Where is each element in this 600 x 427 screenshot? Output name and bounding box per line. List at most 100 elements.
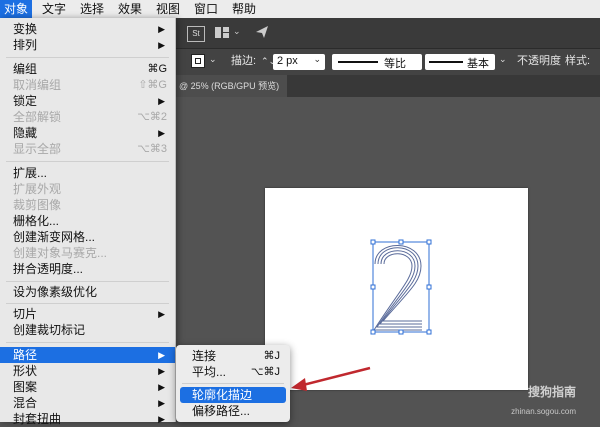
menu-text[interactable]: 文字 bbox=[38, 0, 70, 18]
menu-item-shortcut: ⌘G bbox=[147, 63, 167, 75]
menu-item-expand-appearance: 扩展外观 bbox=[0, 181, 175, 197]
menu-item-label: 形状 bbox=[13, 364, 38, 378]
stroke-swatch-icon[interactable] bbox=[191, 54, 205, 68]
watermark-url: zhinan.sogou.com bbox=[511, 407, 576, 416]
path-submenu: 连接 ⌘J 平均... ⌥⌘J 轮廓化描边 偏移路径... bbox=[176, 345, 290, 422]
send-icon[interactable] bbox=[255, 25, 269, 42]
menu-window[interactable]: 窗口 bbox=[190, 0, 222, 18]
menu-item-crop-image: 裁剪图像 bbox=[0, 197, 175, 213]
chevron-right-icon: ▶ bbox=[158, 414, 165, 424]
chevron-right-icon: ▶ bbox=[158, 24, 165, 34]
chevron-right-icon: ▶ bbox=[158, 309, 165, 319]
menu-item-gradient-mesh[interactable]: 创建渐变网格... bbox=[0, 229, 175, 245]
menu-item-label: 扩展外观 bbox=[13, 182, 62, 196]
brush-definition[interactable]: 基本 bbox=[425, 54, 495, 70]
chevron-down-icon[interactable]: ⌄ bbox=[499, 54, 507, 65]
menu-item-label: 全部解锁 bbox=[13, 110, 62, 124]
menu-item-label: 裁剪图像 bbox=[13, 198, 62, 212]
submenu-item-average[interactable]: 平均... ⌥⌘J bbox=[180, 364, 286, 380]
menu-item-blend[interactable]: 混合 ▶ bbox=[0, 395, 175, 411]
annotation-arrow-icon bbox=[291, 366, 371, 391]
menu-item-shape[interactable]: 形状 ▶ bbox=[0, 363, 175, 379]
style-label[interactable]: 样式: bbox=[565, 53, 590, 69]
menu-item-rasterize[interactable]: 栅格化... bbox=[0, 213, 175, 229]
menu-item-label: 创建渐变网格... bbox=[13, 230, 96, 244]
chevron-down-icon[interactable]: ⌄ bbox=[233, 26, 241, 37]
menu-item-label: 创建裁切标记 bbox=[13, 323, 86, 337]
menu-item-pattern[interactable]: 图案 ▶ bbox=[0, 379, 175, 395]
menu-item-slice[interactable]: 切片 ▶ bbox=[0, 306, 175, 322]
menu-separator bbox=[6, 281, 169, 282]
chevron-right-icon: ▶ bbox=[158, 96, 165, 106]
menu-item-ungroup: 取消编组 ⇧⌘G bbox=[0, 77, 175, 93]
menu-item-shortcut: ⌥⌘2 bbox=[137, 111, 167, 123]
submenu-item-shortcut: ⌘J bbox=[263, 350, 281, 362]
menu-item-label: 显示全部 bbox=[13, 142, 62, 156]
menu-item-label: 扩展... bbox=[13, 166, 48, 180]
submenu-item-shortcut: ⌥⌘J bbox=[250, 366, 280, 378]
menu-separator bbox=[6, 303, 169, 304]
menu-item-label: 锁定 bbox=[13, 94, 38, 108]
menu-item-envelope-distort[interactable]: 封套扭曲 ▶ bbox=[0, 411, 175, 427]
menu-item-trim-marks[interactable]: 创建裁切标记 bbox=[0, 322, 175, 338]
menu-item-expand[interactable]: 扩展... bbox=[0, 165, 175, 181]
menu-item-shortcut: ⌥⌘3 bbox=[137, 143, 167, 155]
menu-item-flatten-transparency[interactable]: 拼合透明度... bbox=[0, 261, 175, 277]
profile-line bbox=[338, 61, 378, 63]
profile-label: 等比 bbox=[384, 58, 406, 70]
menu-separator bbox=[6, 161, 169, 162]
menu-item-label: 设为像素级优化 bbox=[13, 285, 98, 299]
menu-item-label: 创建对象马赛克... bbox=[13, 246, 108, 260]
submenu-item-join[interactable]: 连接 ⌘J bbox=[180, 348, 286, 364]
chevron-right-icon: ▶ bbox=[158, 128, 165, 138]
opacity-label[interactable]: 不透明度 bbox=[517, 53, 561, 69]
submenu-item-label: 连接 bbox=[192, 349, 217, 363]
menu-separator bbox=[182, 383, 284, 384]
menu-item-arrange[interactable]: 排列 ▶ bbox=[0, 37, 175, 53]
document-tab[interactable]: @ 25% (RGB/GPU 预览) bbox=[175, 75, 287, 97]
stock-button[interactable]: St bbox=[187, 26, 205, 42]
menu-item-group[interactable]: 编组 ⌘G bbox=[0, 61, 175, 77]
menu-separator bbox=[6, 342, 169, 343]
menu-item-label: 取消编组 bbox=[13, 78, 62, 92]
menu-item-label: 混合 bbox=[13, 396, 38, 410]
menu-bar: 对象 文字 选择 效果 视图 窗口 帮助 bbox=[0, 0, 600, 19]
menu-effect[interactable]: 效果 bbox=[114, 0, 146, 18]
menu-item-label: 排列 bbox=[13, 38, 38, 52]
menu-item-path[interactable]: 路径 ▶ bbox=[0, 347, 175, 363]
menu-item-transform[interactable]: 变换 ▶ bbox=[0, 21, 175, 37]
chevron-right-icon: ▶ bbox=[158, 398, 165, 408]
chevron-right-icon: ▶ bbox=[158, 350, 165, 360]
app-toolbar: St ⌄ bbox=[175, 18, 600, 48]
menu-view[interactable]: 视图 bbox=[152, 0, 184, 18]
menu-item-label: 编组 bbox=[13, 62, 38, 76]
digit-two-artwork[interactable] bbox=[360, 236, 440, 336]
menu-item-label: 栅格化... bbox=[13, 214, 60, 228]
submenu-item-outline-stroke[interactable]: 轮廓化描边 bbox=[180, 387, 286, 403]
stroke-weight-field[interactable]: 2 px ⌄ bbox=[273, 54, 325, 70]
menu-item-lock[interactable]: 锁定 ▶ bbox=[0, 93, 175, 109]
stroke-weight-value: 2 px bbox=[277, 55, 298, 67]
menu-item-label: 变换 bbox=[13, 22, 38, 36]
chevron-right-icon: ▶ bbox=[158, 40, 165, 50]
chevron-down-icon: ⌄ bbox=[313, 54, 321, 64]
submenu-item-offset-path[interactable]: 偏移路径... bbox=[180, 403, 286, 419]
menu-item-hide[interactable]: 隐藏 ▶ bbox=[0, 125, 175, 141]
variable-width-profile[interactable]: 等比 bbox=[332, 54, 422, 70]
workspace-layout-icon[interactable] bbox=[215, 27, 229, 38]
menu-object[interactable]: 对象 bbox=[0, 0, 33, 18]
chevron-down-icon[interactable]: ⌄ bbox=[209, 54, 217, 65]
menu-item-show-all: 显示全部 ⌥⌘3 bbox=[0, 141, 175, 157]
brush-label: 基本 bbox=[467, 58, 489, 70]
menu-select[interactable]: 选择 bbox=[76, 0, 108, 18]
menu-item-label: 隐藏 bbox=[13, 126, 38, 140]
brush-line bbox=[429, 61, 463, 63]
menu-item-pixel-perfect[interactable]: 设为像素级优化 bbox=[0, 284, 175, 300]
menu-help[interactable]: 帮助 bbox=[228, 0, 260, 18]
menu-item-label: 路径 bbox=[13, 348, 38, 362]
watermark-text: 搜狗指南 bbox=[527, 385, 576, 399]
menu-item-object-mosaic: 创建对象马赛克... bbox=[0, 245, 175, 261]
stroke-label: 描边: bbox=[231, 55, 257, 67]
menu-item-shortcut: ⇧⌘G bbox=[138, 79, 167, 91]
chevron-right-icon: ▶ bbox=[158, 366, 165, 376]
